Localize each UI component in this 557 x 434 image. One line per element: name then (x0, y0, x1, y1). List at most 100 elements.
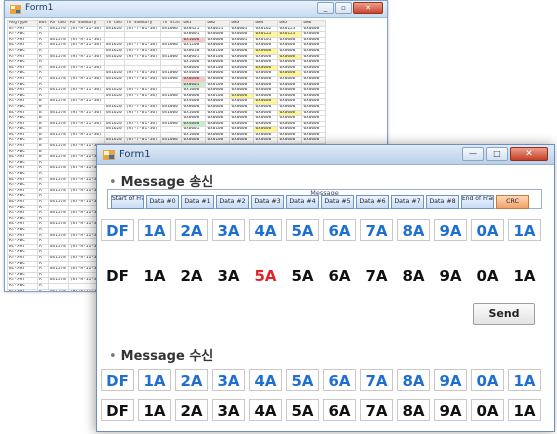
grid-cell: 0x1578 (47, 254, 69, 262)
grid-cell: 0x1578 (47, 232, 69, 240)
rx-expected-byte-1: 1A (138, 369, 171, 391)
tx-input-byte-1[interactable]: 1A (138, 265, 171, 287)
tx-preview-byte-4: 4A (249, 219, 282, 241)
rx-expected-byte-5: 5A (286, 369, 319, 391)
grid-header-cell[interactable]: Bus (37, 20, 49, 27)
grid-header-cell[interactable]: Rx Cmd (47, 20, 69, 27)
frame-field-7: Data #6 (356, 195, 389, 209)
bullet-icon: • (109, 175, 117, 190)
tx-input-byte-2[interactable]: 2A (175, 265, 208, 287)
rx-expected-byte-8: 8A (397, 369, 430, 391)
tx-input-byte-8[interactable]: 8A (397, 265, 430, 287)
frame-field-1: Data #0 (146, 195, 179, 209)
tx-preview-byte-0: DF (101, 219, 134, 241)
foreground-form-window[interactable]: Form1 — □ ✕ • Message 송신 Message Start of… (96, 144, 555, 432)
rx-expected-byte-7: 7A (360, 369, 393, 391)
grid-cell: 0x1620 (103, 87, 125, 94)
grid-cell: (RT-T-01-30) (123, 48, 161, 55)
rx-actual-byte-11: 1A (508, 399, 541, 421)
tx-input-byte-6[interactable]: 6A (323, 265, 356, 287)
rx-expected-byte-4: 4A (249, 369, 282, 391)
grid-cell: BC->RT (7, 288, 38, 291)
background-minimize-button[interactable]: _ (317, 2, 334, 14)
frame-field-0: Start of Frame (111, 195, 144, 209)
grid-cell: 0x1578 (47, 165, 69, 172)
grid-cell: 0x1620 (103, 42, 125, 49)
grid-cell: (RT-T-01-30) (123, 120, 161, 128)
maximize-button[interactable]: □ (486, 147, 508, 161)
background-close-button[interactable]: ✕ (353, 2, 383, 14)
foreground-window-title: Form1 (119, 149, 151, 160)
grid-cell: 0x1620 (103, 137, 125, 145)
desktop: Form1 _ ▫ ✕ MsgType Bus Rx Cmd Rx Summary Tx… (0, 0, 557, 434)
tx-preview-byte-10: 0A (471, 219, 504, 241)
grid-cell: (RT-R-11-30) (67, 75, 105, 83)
frame-field-2: Data #1 (181, 195, 214, 209)
grid-cell: (RT-T-01-30) (123, 25, 161, 33)
tx-preview-byte-6: 6A (323, 219, 356, 241)
grid-cell: (RT-T-01-30) (123, 126, 161, 133)
tx-input-byte-10[interactable]: 0A (471, 265, 504, 287)
rx-expected-byte-9: 9A (434, 369, 467, 391)
tx-preview-byte-7: 7A (360, 219, 393, 241)
frame-field-6: Data #5 (321, 195, 354, 209)
grid-cell: 0x1578 (47, 131, 69, 139)
minimize-button[interactable]: — (462, 147, 484, 161)
rx-expected-byte-0: DF (101, 369, 134, 391)
grid-cell: 0x1578 (47, 288, 69, 291)
background-maximize-button[interactable]: ▫ (335, 2, 352, 14)
grid-cell: (RT-T-01-30) (123, 87, 161, 94)
grid-cell: (RT-T-01-30) (123, 137, 161, 145)
grid-cell: (RT-T-01-30) (123, 42, 161, 49)
grid-cell: 0x1620 (103, 103, 125, 111)
grid-cell: (RT-R-11-30) (67, 98, 105, 105)
grid-header-cell[interactable]: Tx Cmd (103, 20, 125, 27)
rx-actual-byte-0: DF (101, 399, 134, 421)
tx-preview-row: DF 1A 2A 3A 4A 5A 6A 7A 8A 9A 0A 1A (101, 219, 541, 241)
grid-cell: A (37, 288, 49, 291)
tx-preview-byte-5: 5A (286, 219, 319, 241)
foreground-title-bar[interactable]: Form1 — □ ✕ (97, 145, 554, 165)
rx-actual-row: DF 1A 2A 3A 4A 5A 6A 7A 8A 9A 0A 1A (101, 399, 541, 421)
grid-cell: (RT-R-11-30) (67, 53, 105, 61)
tx-input-byte-7[interactable]: 7A (360, 265, 393, 287)
send-button[interactable]: Send (473, 303, 535, 325)
grid-header-cell[interactable]: Tx Stat (159, 20, 183, 27)
grid-cell: (RT-T-01-30) (123, 53, 161, 61)
tx-preview-byte-3: 3A (212, 219, 245, 241)
tx-input-byte-5[interactable]: 5A (286, 265, 319, 287)
grid-cell: (RT-T-01-30) (123, 109, 161, 117)
tx-input-byte-9[interactable]: 9A (434, 265, 467, 287)
grid-cell: 0x1578 (47, 36, 69, 44)
grid-cell: 0x1620 (103, 25, 125, 33)
grid-cell: 0x1578 (47, 143, 69, 150)
send-section-title: • Message 송신 (109, 171, 213, 190)
close-button[interactable]: ✕ (510, 147, 548, 161)
rx-expected-byte-2: 2A (175, 369, 208, 391)
frame-field-11: CRC (496, 195, 529, 209)
grid-cell: 0x1578 (47, 109, 69, 117)
grid-cell: 0x1578 (47, 277, 69, 284)
grid-cell: (RT-T-01-30) (123, 75, 161, 83)
rx-expected-byte-10: 0A (471, 369, 504, 391)
background-title-bar[interactable]: Form1 _ ▫ ✕ (5, 1, 387, 18)
receive-section-label: Message 수신 (120, 349, 214, 364)
grid-cell: 0x1620 (103, 75, 125, 83)
rx-actual-byte-6: 6A (323, 399, 356, 421)
tx-preview-byte-2: 2A (175, 219, 208, 241)
grid-cell: 0x1578 (47, 64, 69, 72)
frame-field-8: Data #7 (391, 195, 424, 209)
tx-input-byte-4[interactable]: 5A (249, 265, 282, 287)
grid-cell: 0x1578 (47, 53, 69, 61)
tx-preview-byte-8: 8A (397, 219, 430, 241)
app-icon (10, 5, 21, 14)
tx-input-byte-11[interactable]: 1A (508, 265, 541, 287)
grid-cell: 0x1620 (103, 70, 125, 77)
rx-actual-byte-10: 0A (471, 399, 504, 421)
tx-input-byte-3[interactable]: 3A (212, 265, 245, 287)
bullet-icon: • (109, 349, 117, 364)
tx-input-byte-0[interactable]: DF (101, 265, 134, 287)
rx-actual-byte-8: 8A (397, 399, 430, 421)
rx-actual-byte-9: 9A (434, 399, 467, 421)
frame-field-5: Data #4 (286, 195, 319, 209)
